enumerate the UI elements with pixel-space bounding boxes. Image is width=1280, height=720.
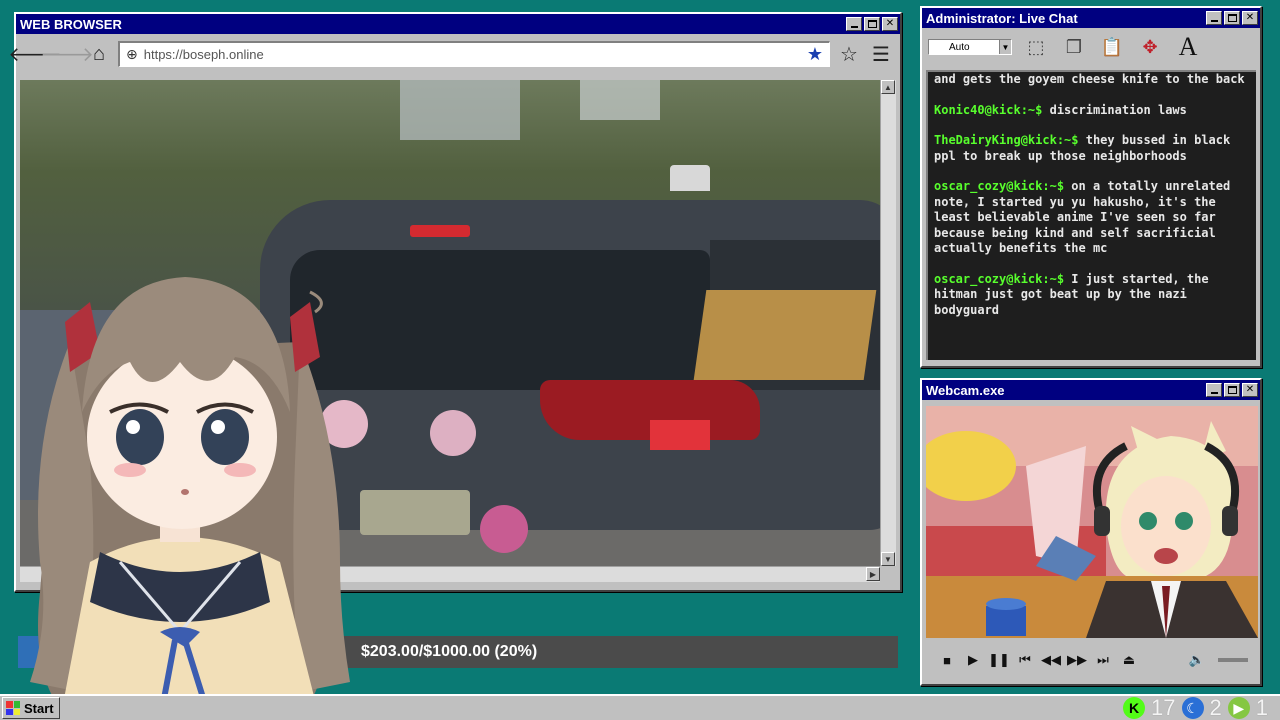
scroll-up-arrow[interactable]: ▲ — [881, 80, 895, 94]
forward-button[interactable]: 🡒 — [40, 41, 94, 67]
volume-icon[interactable]: 🔈 — [1186, 649, 1208, 671]
windows-logo-icon — [6, 701, 20, 715]
skip-back-icon[interactable]: ⏮ — [1014, 649, 1036, 671]
roof-sign — [670, 165, 710, 191]
media-controls: ■ ▶ ❚❚ ⏮ ◀◀ ▶▶ ⏭ ⏏ 🔈 — [926, 644, 1258, 676]
play-icon[interactable]: ▶ — [962, 649, 984, 671]
bookmark-star-icon[interactable]: ★ — [807, 44, 823, 65]
paste-icon[interactable]: 📋 — [1098, 33, 1126, 61]
chat-username: Konic40@kick:~$ — [934, 102, 1043, 117]
chevron-down-icon[interactable]: ▼ — [999, 40, 1011, 54]
home-button[interactable]: ⌂ — [86, 41, 112, 67]
eject-icon[interactable]: ⏏ — [1118, 649, 1140, 671]
vtuber-avatar — [30, 277, 350, 720]
system-tray: K 17 ☾ 2 ▶ 1 — [1123, 695, 1278, 720]
font-icon[interactable]: A — [1174, 32, 1202, 61]
scroll-down-arrow[interactable]: ▼ — [881, 552, 895, 566]
close-button[interactable]: ✕ — [1242, 383, 1258, 397]
fast-forward-icon[interactable]: ▶▶ — [1066, 649, 1088, 671]
maximize-button[interactable] — [1224, 383, 1240, 397]
tray-count: 2 — [1209, 695, 1222, 720]
minimize-button[interactable] — [846, 17, 862, 31]
start-label: Start — [24, 700, 54, 716]
url-text[interactable]: https://boseph.online — [144, 47, 801, 62]
vertical-scrollbar[interactable]: ▲ ▼ — [880, 80, 896, 566]
move-icon[interactable]: ✥ — [1136, 33, 1164, 61]
close-button[interactable]: ✕ — [1242, 11, 1258, 25]
webcam-window: Webcam.exe ✕ ■ ▶ ❚❚ ⏮ ◀◀ ▶▶ ⏭ ⏏ 🔈 — [920, 378, 1262, 686]
start-button[interactable]: Start — [2, 697, 60, 719]
pause-icon[interactable]: ❚❚ — [988, 649, 1010, 671]
tray-count: 17 — [1151, 695, 1176, 720]
minimize-button[interactable] — [1206, 11, 1222, 25]
chat-titlebar[interactable]: Administrator: Live Chat ✕ — [922, 8, 1260, 28]
chat-username: oscar_cozy@kick:~$ — [934, 271, 1065, 286]
chat-username: oscar_cozy@kick:~$ — [934, 179, 1065, 193]
webcam-title: Webcam.exe — [926, 382, 1005, 398]
maximize-button[interactable] — [864, 17, 880, 31]
home-icon: ⌂ — [92, 42, 106, 65]
globe-icon: ⊕ — [126, 46, 138, 62]
chat-username: TheDairyKing@kick:~$ — [934, 133, 1079, 147]
live-chat-window: Administrator: Live Chat ✕ Auto ▼ ⬚ ❐ 📋 … — [920, 6, 1262, 368]
bumper-sticker — [480, 505, 528, 553]
menu-button[interactable]: ☰ — [868, 41, 894, 67]
stop-icon[interactable]: ■ — [936, 649, 958, 671]
webcam-view — [926, 406, 1258, 638]
skip-forward-icon[interactable]: ⏭ — [1092, 649, 1114, 671]
license-plate — [360, 490, 470, 535]
bumper-sticker — [430, 410, 476, 456]
tray-count: 1 — [1255, 695, 1268, 720]
close-button[interactable]: ✕ — [882, 17, 898, 31]
cargo-boxes — [693, 290, 877, 380]
webcam-titlebar[interactable]: Webcam.exe ✕ — [922, 380, 1260, 400]
browser-titlebar[interactable]: WEB BROWSER ✕ — [16, 14, 900, 34]
browser-toolbar: 🡐 🡒 ⌂ ⊕ https://boseph.online ★ ☆ ☰ — [8, 34, 900, 74]
chat-title: Administrator: Live Chat — [926, 10, 1078, 26]
sky-patch — [400, 80, 520, 140]
rumble-icon[interactable]: ▶ — [1227, 697, 1250, 719]
chat-message: and gets the goyem cheese knife to the b… — [934, 72, 1250, 88]
chat-message: oscar_cozy@kick:~$ on a totally unrelate… — [934, 179, 1250, 257]
chat-message: oscar_cozy@kick:~$ I just started, the h… — [934, 272, 1250, 319]
copy-icon[interactable]: ❐ — [1060, 33, 1088, 61]
select-area-icon[interactable]: ⬚ — [1022, 33, 1050, 61]
sky-patch — [580, 80, 660, 120]
scroll-right-arrow[interactable]: ▶ — [866, 567, 880, 581]
chat-log[interactable]: and gets the goyem cheese knife to the b… — [926, 70, 1256, 360]
chat-text: discrimination laws — [1049, 102, 1187, 117]
chat-toolbar: Auto ▼ ⬚ ❐ 📋 ✥ A — [922, 28, 1260, 66]
chat-text: and gets the goyem cheese knife to the b… — [934, 72, 1245, 86]
moon-icon[interactable]: ☾ — [1181, 697, 1204, 719]
address-bar[interactable]: ⊕ https://boseph.online ★ — [118, 41, 830, 67]
minimize-button[interactable] — [1206, 383, 1222, 397]
hamburger-menu-icon: ☰ — [872, 43, 890, 66]
volume-slider[interactable] — [1218, 658, 1248, 662]
rear-window — [290, 250, 710, 390]
star-outline-icon: ☆ — [840, 43, 858, 66]
favorites-button[interactable]: ☆ — [836, 41, 862, 67]
chat-message: TheDairyKing@kick:~$ they bussed in blac… — [934, 133, 1250, 164]
brake-light — [410, 225, 470, 237]
taskbar: Start K 17 ☾ 2 ▶ 1 — [0, 694, 1280, 720]
maximize-button[interactable] — [1224, 11, 1240, 25]
kick-icon[interactable]: K — [1123, 697, 1146, 719]
font-size-value: Auto — [949, 41, 970, 53]
donation-goal-text: $203.00/$1000.00 (20%) — [361, 643, 538, 660]
browser-title: WEB BROWSER — [20, 16, 122, 32]
font-size-select[interactable]: Auto ▼ — [928, 39, 1012, 55]
chat-message: Konic40@kick:~$ discrimination laws — [934, 103, 1250, 119]
rewind-icon[interactable]: ◀◀ — [1040, 649, 1062, 671]
tail-light-glow — [650, 420, 710, 450]
